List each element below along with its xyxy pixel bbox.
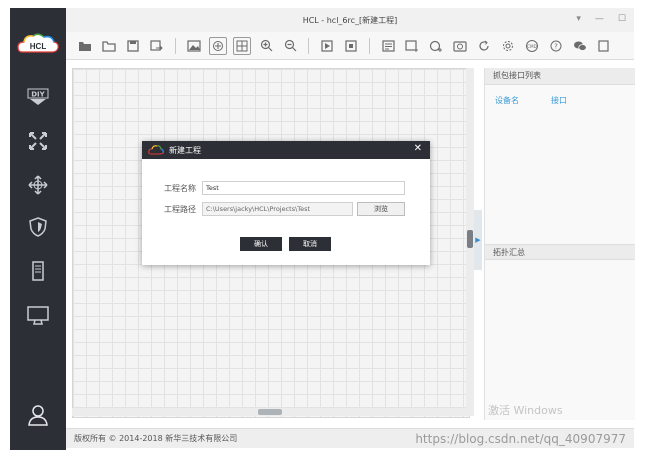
save-as-icon[interactable] — [148, 37, 166, 55]
status-bar: 版权所有 © 2014-2018 新华三技术有限公司 https://blog.… — [66, 428, 634, 448]
switch-icon[interactable] — [24, 172, 52, 198]
maximize-button[interactable]: ☐ — [618, 14, 626, 24]
open-folder-icon[interactable] — [100, 37, 118, 55]
toolbar-divider — [175, 37, 176, 54]
cmd-icon[interactable]: CMD — [523, 37, 541, 55]
minimize-button[interactable]: — — [595, 14, 604, 24]
project-name-row: 工程名称 Test — [164, 181, 405, 195]
project-name-input[interactable]: Test — [202, 181, 405, 195]
svg-text:DIY: DIY — [31, 91, 45, 99]
device-sidebar: HCL DIY — [10, 8, 66, 450]
horizontal-scroll-thumb[interactable] — [258, 409, 282, 415]
vertical-scrollbar[interactable] — [466, 68, 474, 416]
diy-icon[interactable]: DIY — [24, 84, 52, 110]
start-all-icon[interactable] — [318, 37, 336, 55]
interface-column: 接口 — [551, 96, 567, 105]
toolbar-divider — [308, 37, 309, 54]
new-project-icon[interactable] — [76, 37, 94, 55]
csdn-watermark: https://blog.csdn.net/qq_40907977 — [415, 432, 626, 446]
user-icon[interactable] — [24, 402, 52, 428]
project-path-label: 工程路径 — [164, 204, 196, 214]
right-panel: 抓包接口列表 设备名 接口 拓扑汇总 — [484, 68, 635, 420]
add-text-icon[interactable] — [403, 37, 421, 55]
save-icon[interactable] — [124, 37, 142, 55]
project-name-label: 工程名称 — [164, 183, 196, 193]
toolbar-divider — [369, 37, 370, 54]
refresh-icon[interactable] — [475, 37, 493, 55]
hcl-logo: HCL — [17, 33, 59, 53]
stop-all-icon[interactable] — [342, 37, 360, 55]
server-icon[interactable] — [24, 258, 52, 284]
confirm-button[interactable]: 确认 — [240, 237, 282, 251]
windows-activation-overlay: 激活 Windows — [488, 404, 563, 417]
svg-text:CMD: CMD — [527, 43, 537, 48]
close-icon[interactable]: ✕ — [414, 143, 422, 154]
project-path-row: 工程路径 C:\Users\jacky\HCL\Projects\Test 浏览 — [164, 202, 405, 216]
panel-toggle-arrow-icon[interactable]: ▶ — [474, 210, 482, 270]
settings-icon[interactable] — [499, 37, 517, 55]
main-toolbar: CMD ? — [66, 32, 634, 60]
export-icon[interactable] — [595, 37, 613, 55]
grid-icon[interactable] — [233, 36, 251, 55]
cloud-logo-icon — [148, 145, 164, 155]
window-title: HCL - hcl_6rc_[新建工程] — [302, 15, 398, 25]
wechat-icon[interactable] — [571, 37, 589, 55]
zoom-out-icon[interactable] — [281, 37, 299, 55]
layout-icon[interactable] — [209, 36, 227, 55]
router-icon[interactable] — [24, 128, 52, 154]
new-project-dialog: 新建工程 ✕ 工程名称 Test 工程路径 C:\Users\jacky\HCL… — [142, 141, 430, 265]
topology-summary-header: 拓扑汇总 — [485, 244, 635, 260]
terminal-icon[interactable] — [24, 302, 52, 328]
help-icon[interactable]: ? — [547, 37, 565, 55]
window-title-bar: HCL - hcl_6rc_[新建工程] ▾ — ☐ — [66, 8, 634, 32]
capture-interface-list-header: 抓包接口列表 — [485, 68, 635, 85]
browse-button[interactable]: 浏览 — [357, 202, 405, 216]
horizontal-scrollbar[interactable] — [72, 408, 468, 416]
logo-text: HCL — [30, 42, 47, 51]
image-icon[interactable] — [185, 37, 203, 55]
svg-text:?: ? — [554, 42, 558, 50]
dialog-title: 新建工程 — [169, 145, 201, 155]
cancel-button[interactable]: 取消 — [289, 237, 331, 251]
copyright-text: 版权所有 © 2014-2018 新华三技术有限公司 — [74, 434, 238, 443]
zoom-in-icon[interactable] — [257, 37, 275, 55]
device-name-column: 设备名 — [495, 96, 519, 105]
project-path-input[interactable]: C:\Users\jacky\HCL\Projects\Test — [202, 202, 353, 216]
capture-icon[interactable] — [451, 37, 469, 55]
add-shape-icon[interactable] — [427, 37, 445, 55]
menu-dropdown-button[interactable]: ▾ — [576, 14, 581, 24]
firewall-icon[interactable] — [24, 214, 52, 240]
dialog-title-bar: 新建工程 ✕ — [142, 141, 430, 159]
vertical-scroll-thumb[interactable] — [467, 230, 473, 248]
console-icon[interactable] — [379, 37, 397, 55]
